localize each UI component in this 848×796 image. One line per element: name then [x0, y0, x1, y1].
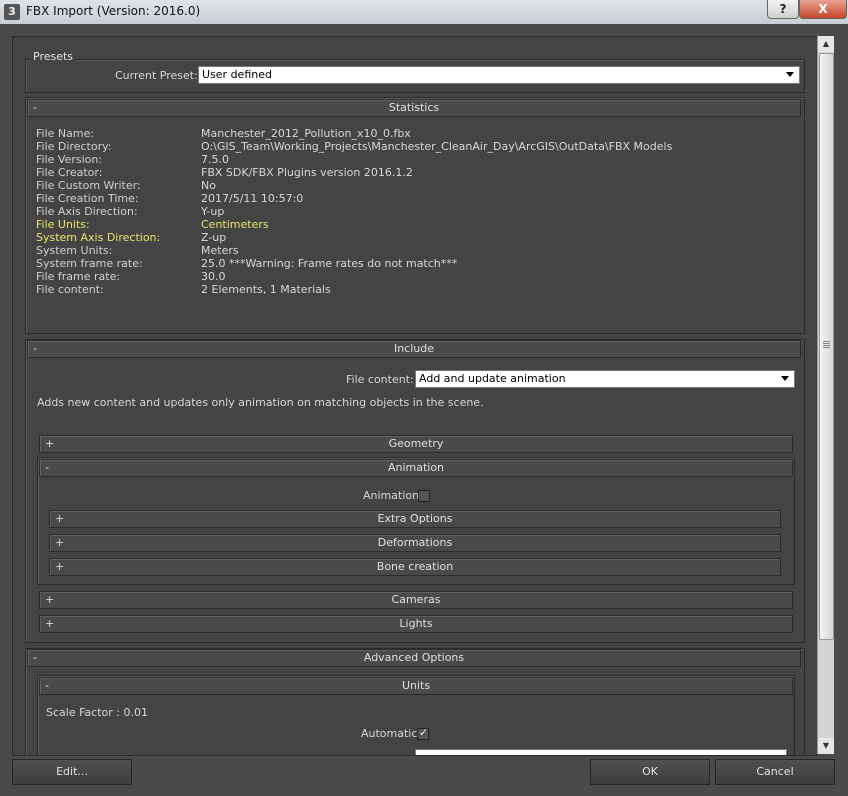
file-content-label: File content:	[346, 373, 414, 386]
stat-label-file-units: File Units:	[36, 218, 90, 231]
current-preset-label: Current Preset:	[115, 69, 198, 82]
units-title: Units	[401, 679, 431, 692]
scroll-up-icon[interactable]: ▲	[818, 36, 834, 52]
close-button[interactable]: X	[799, 0, 847, 19]
geometry-title: Geometry	[388, 437, 444, 450]
scrollbar-thumb[interactable]	[819, 53, 834, 640]
file-content-value: Add and update animation	[419, 372, 566, 385]
stat-value: 2 Elements, 1 Materials	[201, 283, 331, 296]
deformations-rollout[interactable]: + Deformations	[49, 534, 781, 552]
animation-checkbox-label: Animation	[363, 489, 420, 502]
file-content-dropdown[interactable]: Add and update animation	[415, 370, 795, 388]
statistics-section	[25, 97, 805, 334]
stat-label: File frame rate:	[36, 270, 121, 283]
stat-label: File Custom Writer:	[36, 179, 141, 192]
extra-options-rollout[interactable]: + Extra Options	[49, 510, 781, 528]
units-dropdown[interactable]	[415, 749, 787, 755]
animation-checkbox[interactable]	[418, 490, 430, 502]
stat-label: File Creation Time:	[36, 192, 139, 205]
stat-label: File Creator:	[36, 166, 103, 179]
deformations-title: Deformations	[377, 536, 453, 549]
stat-value: Manchester_2012_Pollution_x10_0.fbx	[201, 127, 411, 140]
chevron-down-icon	[781, 376, 789, 381]
stat-value: 30.0	[201, 270, 226, 283]
advanced-options-rollout[interactable]: - Advanced Options	[27, 649, 801, 667]
statistics-rollout[interactable]: - Statistics	[27, 99, 801, 117]
stat-label: File Name:	[36, 127, 95, 140]
help-button[interactable]: ?	[767, 0, 799, 19]
current-preset-value: User defined	[202, 68, 272, 81]
animation-title: Animation	[387, 461, 445, 474]
stat-value: Meters	[201, 244, 239, 257]
grip-icon	[823, 341, 830, 342]
stat-value: FBX SDK/FBX Plugins version 2016.1.2	[201, 166, 413, 179]
title-bar: 3 FBX Import (Version: 2016.0) ? X	[0, 0, 848, 24]
automatic-checkbox[interactable]: ✓	[417, 726, 429, 740]
fbx-import-dialog: 3 FBX Import (Version: 2016.0) ? X Prese…	[0, 0, 848, 796]
lights-title: Lights	[399, 617, 433, 630]
cameras-title: Cameras	[391, 593, 441, 606]
animation-rollout[interactable]: - Animation	[39, 459, 793, 477]
lights-rollout[interactable]: + Lights	[39, 615, 793, 633]
check-icon: ✓	[419, 726, 429, 739]
units-rollout[interactable]: - Units	[39, 677, 793, 695]
include-title: Include	[393, 342, 435, 355]
bone-creation-rollout[interactable]: + Bone creation	[49, 558, 781, 576]
stat-value: O:\GIS_Team\Working_Projects\Manchester_…	[201, 140, 673, 153]
statistics-title: Statistics	[388, 101, 440, 114]
stat-label-system-axis: System Axis Direction:	[36, 231, 161, 244]
extra-options-title: Extra Options	[377, 512, 453, 525]
bone-creation-title: Bone creation	[376, 560, 454, 573]
stat-label: File content:	[36, 283, 104, 296]
stat-label: System Units:	[36, 244, 113, 257]
stat-label: System frame rate:	[36, 257, 143, 270]
stat-value: Z-up	[201, 231, 227, 244]
stat-value: Y-up	[201, 205, 225, 218]
stat-value: 25.0 ***Warning: Frame rates do not matc…	[201, 257, 458, 270]
advanced-options-title: Advanced Options	[363, 651, 465, 664]
cancel-button[interactable]: Cancel	[715, 759, 835, 785]
chevron-down-icon	[786, 72, 794, 77]
scale-factor-readout: Scale Factor : 0.01	[46, 706, 148, 719]
stat-value: No	[201, 179, 216, 192]
stat-label: File Directory:	[36, 140, 112, 153]
current-preset-dropdown[interactable]: User defined	[198, 66, 800, 84]
presets-label: Presets	[31, 50, 76, 63]
file-content-description: Adds new content and updates only animat…	[37, 396, 484, 409]
scroll-down-icon[interactable]: ▼	[818, 738, 834, 754]
include-rollout[interactable]: - Include	[27, 340, 801, 358]
window-title: FBX Import (Version: 2016.0)	[26, 4, 201, 18]
stat-value: 7.5.0	[201, 153, 229, 166]
geometry-rollout[interactable]: + Geometry	[39, 435, 793, 453]
stat-label: File Version:	[36, 153, 103, 166]
edit-button[interactable]: Edit...	[12, 759, 132, 785]
vertical-scrollbar[interactable]: ▲ ▼	[817, 36, 834, 754]
options-panel: Presets Current Preset: User defined - S…	[12, 36, 818, 756]
max-app-icon: 3	[4, 4, 20, 20]
cameras-rollout[interactable]: + Cameras	[39, 591, 793, 609]
stat-label: File Axis Direction:	[36, 205, 138, 218]
stat-value: 2017/5/11 10:57:0	[201, 192, 304, 205]
ok-button[interactable]: OK	[590, 759, 710, 785]
stat-value-file-units: Centimeters	[201, 218, 269, 231]
automatic-label: Automatic	[361, 727, 418, 740]
